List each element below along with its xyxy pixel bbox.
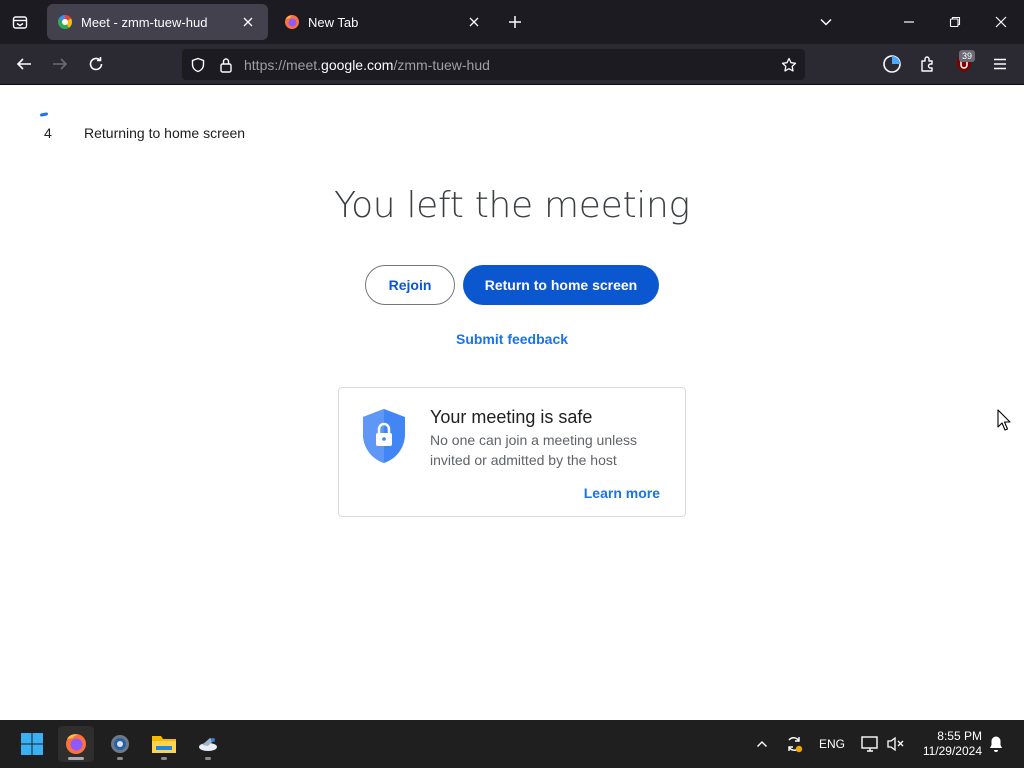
speaker-muted-icon — [887, 736, 904, 752]
lock-icon[interactable] — [216, 55, 236, 75]
back-button[interactable] — [10, 50, 38, 78]
chevron-up-icon — [757, 741, 767, 747]
show-hidden-icons-button[interactable] — [752, 734, 772, 754]
submit-feedback-label[interactable]: Submit feedback — [456, 331, 568, 347]
app-icon — [199, 738, 217, 751]
shield-lock-icon — [363, 409, 405, 463]
tab-list-icon[interactable] — [6, 8, 34, 36]
browser-titlebar: Meet - zmm-tuew-hud New Tab — [0, 0, 1024, 44]
reload-button[interactable] — [82, 50, 110, 78]
countdown-number: 4 — [44, 125, 52, 141]
windows-logo-icon — [21, 733, 43, 755]
list-all-tabs-button[interactable] — [812, 8, 840, 36]
taskbar-file-explorer[interactable] — [146, 726, 182, 762]
plus-icon — [509, 16, 521, 28]
ring-chart-extension-icon — [883, 55, 901, 73]
running-indicator — [161, 757, 167, 760]
folder-icon — [152, 736, 176, 753]
navigation-toolbar: https://meet.google.com/zmm-tuew-hud 39 — [0, 44, 1024, 85]
countdown-progress-indicator — [39, 112, 49, 117]
shield-tracking-protection-icon[interactable] — [188, 55, 208, 75]
bell-icon — [990, 736, 1002, 752]
close-window-button[interactable] — [987, 8, 1015, 36]
mouse-cursor-icon — [997, 409, 1011, 431]
arrow-right-icon — [53, 58, 68, 70]
safety-card-description: No one can join a meeting unless invited… — [430, 432, 638, 468]
learn-more-link[interactable]: Learn more — [584, 485, 660, 501]
settings-gear-icon — [111, 735, 129, 753]
start-button[interactable] — [14, 726, 50, 762]
extension-badge: 39 — [959, 50, 976, 62]
meet-page-content: 4 Returning to home screen You left the … — [0, 85, 1024, 720]
sync-warning-icon — [788, 737, 803, 753]
rejoin-button[interactable]: Rejoin — [365, 265, 455, 305]
google-meet-favicon-icon — [58, 14, 73, 29]
running-indicator — [68, 757, 84, 760]
clock-time: 8:55 PM — [937, 729, 982, 743]
meeting-safety-card: Your meeting is safe No one can join a m… — [338, 387, 686, 517]
tab-title: Meet - zmm-tuew-hud — [81, 14, 208, 30]
close-tab-icon[interactable] — [464, 12, 484, 32]
running-indicator — [205, 757, 211, 760]
tab-new-tab[interactable]: New Tab — [274, 4, 494, 40]
display-tray-icon[interactable] — [860, 734, 880, 754]
forward-button[interactable] — [46, 50, 74, 78]
clock-date: 11/29/2024 — [922, 744, 982, 758]
address-bar[interactable]: https://meet.google.com/zmm-tuew-hud — [182, 49, 805, 80]
input-language-indicator[interactable]: ENG — [819, 737, 845, 751]
url-prefix: https://meet. — [244, 57, 322, 73]
return-to-home-button[interactable]: Return to home screen — [463, 265, 659, 305]
firefox-icon — [66, 734, 86, 754]
taskbar-clock[interactable]: 8:55 PM 11/29/2024 — [910, 729, 982, 759]
volume-tray-icon[interactable] — [886, 734, 906, 754]
safety-card-title: Your meeting is safe — [430, 407, 593, 427]
page-title: You left the meeting — [334, 185, 690, 226]
url-domain: google.com — [321, 57, 394, 73]
extension-button[interactable] — [878, 50, 906, 78]
firefox-favicon-icon — [285, 15, 299, 29]
minimize-icon — [904, 21, 914, 23]
minimize-button[interactable] — [895, 8, 923, 36]
countdown-label: Returning to home screen — [84, 125, 246, 141]
url-path: /zmm-tuew-hud — [393, 57, 490, 73]
close-icon — [995, 16, 1007, 28]
restore-button[interactable] — [941, 8, 969, 36]
taskbar-app[interactable] — [190, 726, 226, 762]
tab-meet[interactable]: Meet - zmm-tuew-hud — [47, 4, 268, 40]
arrow-left-icon — [16, 58, 31, 70]
taskbar-settings[interactable] — [102, 726, 138, 762]
monitor-icon — [861, 736, 878, 752]
running-indicator — [117, 757, 123, 760]
taskbar-firefox[interactable] — [58, 726, 94, 762]
close-tab-icon[interactable] — [238, 12, 258, 32]
puzzle-icon — [921, 56, 933, 72]
reload-icon — [89, 57, 103, 71]
new-tab-button[interactable] — [503, 10, 527, 34]
chevron-down-icon — [820, 18, 832, 26]
notifications-button[interactable] — [986, 734, 1006, 754]
windows-taskbar: ENG 8:55 PM 11/29/2024 — [0, 720, 1024, 768]
restore-icon — [949, 16, 961, 28]
app-menu-button[interactable] — [986, 50, 1014, 78]
url-text[interactable]: https://meet.google.com/zmm-tuew-hud — [244, 57, 490, 73]
hamburger-menu-icon — [994, 58, 1006, 70]
bookmark-star-icon[interactable] — [779, 55, 799, 75]
tab-title: New Tab — [308, 14, 359, 30]
extensions-button[interactable] — [914, 50, 942, 78]
sync-tray-icon[interactable] — [784, 734, 804, 754]
submit-feedback-link: Submit feedback — [0, 331, 1024, 347]
